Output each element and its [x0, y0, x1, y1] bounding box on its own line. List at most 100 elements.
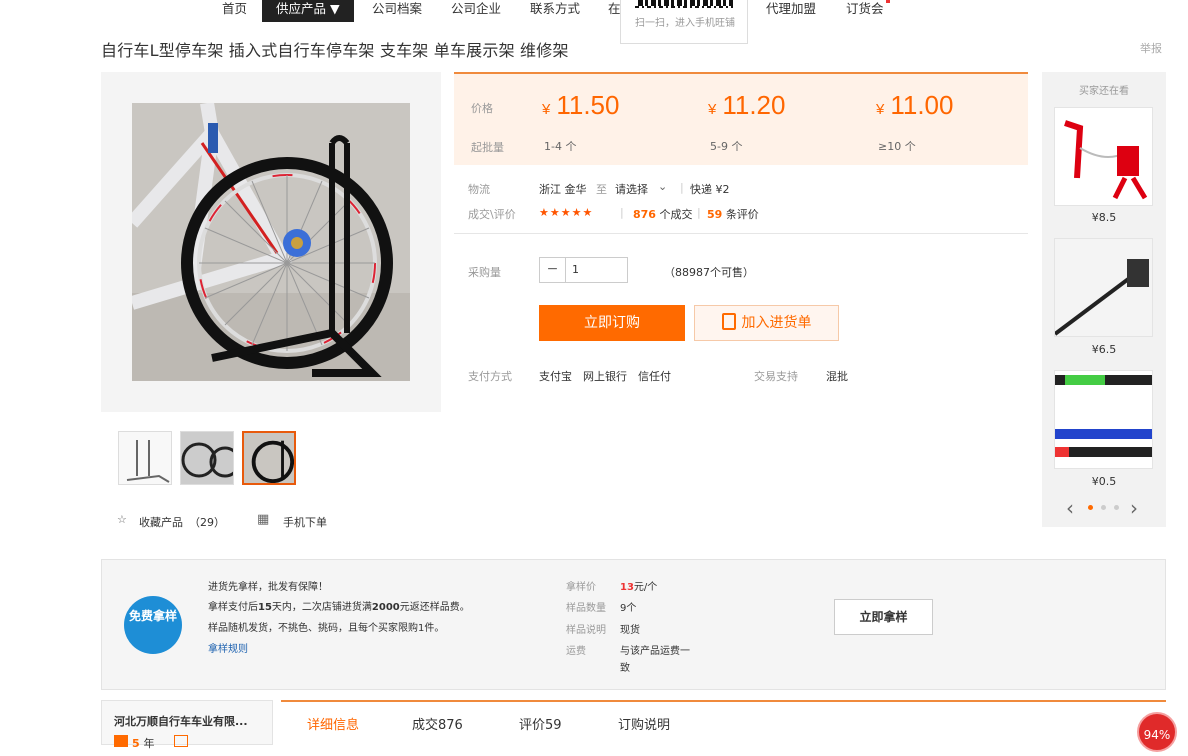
- sidebar-price-3: ¥0.5: [1091, 475, 1117, 488]
- sample-rules-link[interactable]: 拿样规则: [208, 640, 248, 655]
- logistics-label: 物流: [468, 183, 490, 196]
- sidebar-product-2[interactable]: [1054, 238, 1153, 337]
- new-indicator: [886, 0, 890, 3]
- stand-thumb-image: [119, 432, 171, 484]
- payment-methods: 支付宝 网上银行 信任付: [539, 370, 671, 383]
- sample-freight-2: 致: [620, 663, 630, 674]
- qr-code-pattern: [635, 0, 733, 6]
- nav-products[interactable]: 供应产品 ▼: [262, 0, 354, 22]
- sidebar-product-3[interactable]: [1054, 370, 1153, 469]
- wheel-thumb-image: [244, 433, 294, 483]
- qr-small-icon[interactable]: ▦: [257, 512, 269, 527]
- thumbnail-3-selected[interactable]: [242, 431, 296, 485]
- add-to-cart-button[interactable]: 加入进货单: [694, 305, 839, 341]
- range-tier-3: ≥10 个: [878, 140, 916, 153]
- kickstand-image: [1055, 239, 1152, 336]
- rating-stars: ★★★★★: [539, 206, 594, 219]
- buy-now-button[interactable]: 立即订购: [539, 305, 685, 341]
- shop-card: 河北万顺自行车车业有限... 5 年: [101, 700, 273, 750]
- prev-arrow-icon[interactable]: ‹: [1066, 496, 1074, 520]
- tab-reviews[interactable]: 评价59: [519, 714, 562, 733]
- sample-freight-1: 与该产品运费一: [620, 646, 690, 657]
- review-count[interactable]: 59 条评价: [707, 206, 759, 222]
- carousel-dot-active[interactable]: [1088, 505, 1093, 510]
- thumbnail-1[interactable]: [118, 431, 172, 485]
- sample-price-label: 拿样价: [566, 582, 596, 593]
- detail-tabs: 详细信息 成交876 评价59 订购说明: [281, 700, 1166, 745]
- sidebar-header: 买家还在看: [1079, 86, 1129, 97]
- bike-thumb-image: [181, 432, 233, 484]
- tab-order-notes[interactable]: 订购说明: [618, 714, 670, 733]
- tab-details[interactable]: 详细信息: [307, 714, 359, 733]
- product-title: 自行车L型停车架 插入式自行车停车架 支车架 单车展示架 维修架: [101, 41, 569, 60]
- separator: |: [620, 206, 624, 219]
- nav-online[interactable]: 在: [608, 0, 621, 22]
- clipboard-icon: [721, 313, 736, 330]
- trade-support-label: 交易支持: [754, 370, 798, 383]
- decrease-button[interactable]: −: [540, 258, 566, 282]
- nav-company-profile[interactable]: 公司档案: [372, 0, 422, 22]
- bike-stand-illustration: [132, 103, 410, 381]
- star-outline-icon[interactable]: ☆: [117, 513, 127, 526]
- carousel-dot[interactable]: [1114, 505, 1119, 510]
- badge-icon: [174, 735, 188, 747]
- nav-home[interactable]: 首页: [222, 0, 247, 22]
- sample-line-2: 拿样支付后15天内，二次店铺进货满2000元返还样品费。: [208, 602, 470, 613]
- sidebar-product-1[interactable]: [1054, 107, 1153, 206]
- product-photo[interactable]: [132, 103, 410, 381]
- nav-agency[interactable]: 代理加盟: [766, 0, 816, 22]
- progress-badge[interactable]: 94%: [1137, 712, 1177, 752]
- nav-order-fair[interactable]: 订货会: [846, 0, 884, 22]
- report-link[interactable]: 举报: [1140, 40, 1162, 56]
- quantity-label: 采购量: [468, 266, 501, 279]
- chevron-down-icon[interactable]: ⌄: [658, 180, 667, 193]
- sample-line-1: 进货先拿样，批发有保障！: [208, 582, 328, 593]
- main-image-frame: [101, 72, 441, 412]
- sample-desc: 现货: [620, 625, 640, 636]
- nav-company-enterprise[interactable]: 公司企业: [451, 0, 501, 22]
- horn-image: [1055, 108, 1152, 205]
- qr-caption: 扫一扫，进入手机旺铺: [635, 18, 735, 29]
- available-stock: （88987个可售）: [664, 266, 754, 279]
- ship-from: 浙江 金华: [539, 183, 587, 196]
- price-tier-2: ¥11.20: [708, 90, 786, 120]
- ship-to-label: 至: [596, 183, 607, 196]
- moq-label: 起批量: [471, 141, 504, 154]
- next-arrow-icon[interactable]: ›: [1130, 496, 1138, 520]
- top-nav: 首页 供应产品 ▼ 公司档案 公司企业 联系方式 在 代理加盟 订货会: [0, 0, 1188, 22]
- straps-image: [1055, 371, 1152, 468]
- payment-label: 支付方式: [468, 370, 512, 383]
- shop-name[interactable]: 河北万顺自行车车业有限...: [114, 713, 248, 729]
- sample-desc-label: 样品说明: [566, 625, 606, 636]
- price-label: 价格: [471, 102, 493, 115]
- sidebar-price-2: ¥6.5: [1091, 343, 1117, 356]
- range-tier-2: 5-9 个: [710, 140, 743, 153]
- destination-select[interactable]: 请选择: [615, 181, 648, 197]
- also-viewing-sidebar: 买家还在看 ¥8.5 ¥6.5 ¥0.5 ‹ ›: [1042, 72, 1166, 527]
- separator: |: [680, 181, 684, 194]
- sample-price: 13元/个: [620, 582, 658, 593]
- free-sample-badge: 免费拿样: [124, 596, 182, 654]
- sample-freight-label: 运费: [566, 646, 586, 657]
- price-panel: 价格 起批量 ¥11.50 ¥11.20 ¥11.00 1-4 个 5-9 个 …: [454, 72, 1028, 165]
- divider: [454, 233, 1028, 234]
- deal-count[interactable]: 876 个成交: [633, 206, 692, 222]
- quantity-stepper: − 1: [539, 257, 628, 283]
- sample-qty-label: 样品数量: [566, 603, 606, 614]
- sidebar-price-1: ¥8.5: [1091, 211, 1117, 224]
- sample-line-3: 样品随机发货，不挑色、挑码，且每个买家限购1件。: [208, 623, 445, 634]
- tab-deals[interactable]: 成交876: [412, 714, 463, 733]
- quantity-input[interactable]: 1: [572, 263, 579, 276]
- thumbnail-2[interactable]: [180, 431, 234, 485]
- favorite-count: （29）: [189, 516, 225, 529]
- trade-support-value: 混批: [826, 370, 848, 383]
- free-sample-panel: 免费拿样 进货先拿样，批发有保障！ 拿样支付后15天内，二次店铺进货满2000元…: [101, 559, 1166, 690]
- shop-years: 5 年: [132, 737, 155, 750]
- mobile-order-label[interactable]: 手机下单: [283, 514, 327, 530]
- carousel-dot[interactable]: [1101, 505, 1106, 510]
- favorite-label[interactable]: 收藏产品: [139, 514, 183, 530]
- price-tier-1: ¥11.50: [542, 90, 620, 120]
- qr-popover: 扫一扫，进入手机旺铺: [620, 0, 748, 44]
- nav-contact[interactable]: 联系方式: [530, 0, 580, 22]
- get-sample-button[interactable]: 立即拿样: [834, 599, 933, 635]
